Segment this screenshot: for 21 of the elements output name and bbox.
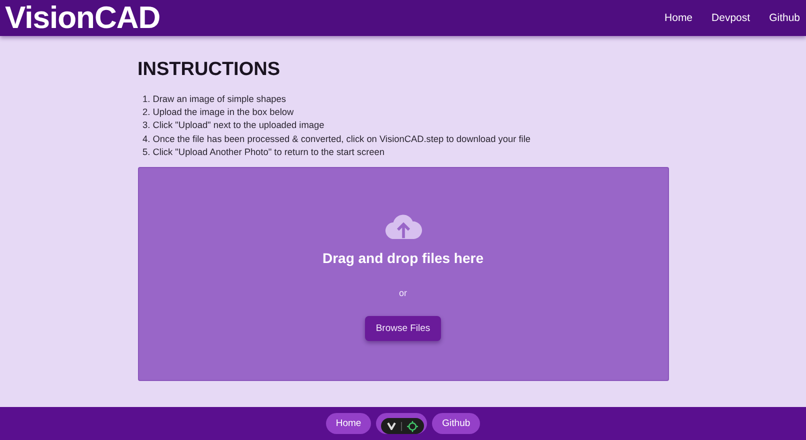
dropzone[interactable]: Drag and drop files here or Browse Files <box>138 167 668 382</box>
devtools-toolbar[interactable] <box>381 418 424 434</box>
nav-link[interactable]: Home <box>664 12 693 24</box>
footer-link[interactable]: Home <box>326 413 372 434</box>
footer-link[interactable] <box>376 413 428 434</box>
instructions-title: INSTRUCTIONS <box>138 59 281 81</box>
instruction-step: 4. Once the file has been processed & converted, click on VisionCAD.step to download your file <box>142 132 668 146</box>
instruction-step: 3. Click "Upload" next to the uploaded image <box>142 119 668 133</box>
instruction-step: 2. Upload the image in the box below <box>142 106 668 120</box>
dropzone-heading: Drag and drop files here <box>322 250 484 266</box>
nav-link[interactable]: Github <box>769 12 800 24</box>
cloud-upload-icon <box>384 214 422 240</box>
browse-files-button[interactable]: Browse Files <box>364 316 442 342</box>
instruction-step: 1. Draw an image of simple shapes <box>142 93 668 106</box>
nav-link[interactable]: Devpost <box>712 12 750 24</box>
separator-text: or <box>398 288 407 298</box>
target-icon[interactable] <box>407 420 418 432</box>
instruction-step: 5. Click "Upload Another Photo" to return to the start screen <box>142 146 668 160</box>
brand-logo[interactable]: VisionCAD <box>5 0 160 36</box>
footer-link[interactable]: Github <box>432 413 480 434</box>
chevron-icon[interactable] <box>386 422 396 430</box>
